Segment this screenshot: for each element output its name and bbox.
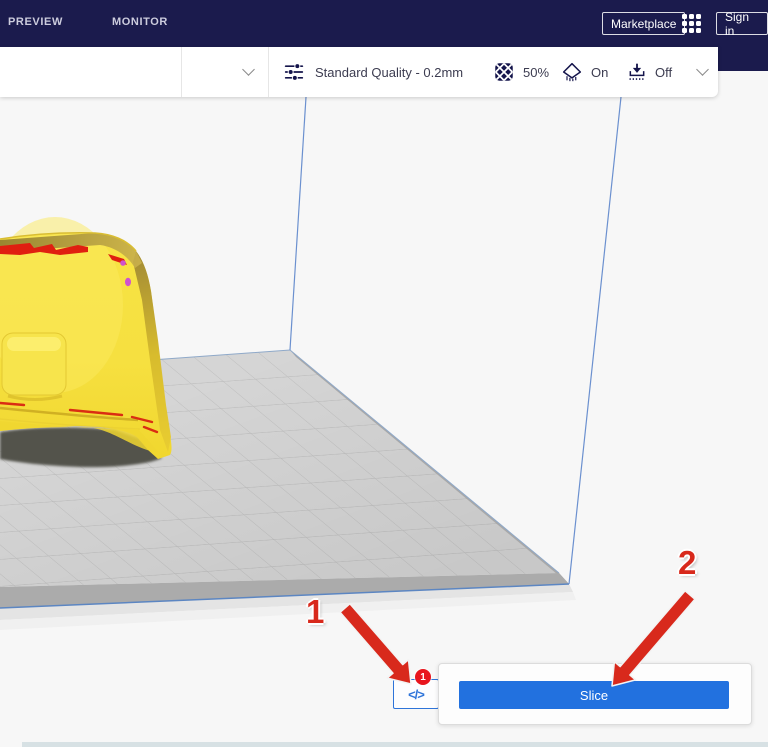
profile-label: Standard Quality - 0.2mm (315, 64, 464, 80)
model-3d[interactable] (0, 217, 172, 459)
tab-monitor[interactable]: MONITOR (112, 0, 168, 44)
settings-toolbar: Standard Quality - 0.2mm 50% On Off (0, 47, 718, 97)
notification-badge: 1 (415, 669, 431, 685)
adhesion-value: Off (655, 64, 673, 80)
support-value: On (591, 64, 609, 80)
build-volume-right-edge (568, 96, 622, 585)
infill-value: 50% (523, 64, 550, 80)
support-icon (562, 62, 582, 82)
bottom-edge-strip (22, 742, 768, 747)
build-volume-left-edge (289, 96, 307, 351)
annotation-step-2: 2 (678, 544, 697, 581)
adhesion-icon (629, 63, 645, 80)
infill-icon (495, 63, 513, 81)
gcode-preview-button[interactable]: </> (393, 679, 439, 709)
tune-icon (284, 63, 304, 81)
marketplace-button[interactable]: Marketplace (602, 12, 686, 35)
annotation-step-1: 1 (306, 593, 325, 630)
chevron-down-icon (242, 63, 255, 76)
apps-grid-icon[interactable] (682, 14, 701, 33)
chevron-down-icon (696, 63, 709, 76)
sign-in-button[interactable]: Sign in (716, 10, 768, 38)
material-selector[interactable] (182, 47, 268, 97)
cura-window: PREVIEW MONITOR Marketplace Sign in Stan… (0, 0, 768, 747)
action-panel: Slice (438, 663, 752, 725)
viewport-3d (0, 96, 622, 630)
print-settings-selector[interactable]: Standard Quality - 0.2mm 50% On Off (268, 47, 718, 97)
tab-preview[interactable]: PREVIEW (8, 0, 63, 44)
slice-button[interactable]: Slice (459, 681, 729, 709)
